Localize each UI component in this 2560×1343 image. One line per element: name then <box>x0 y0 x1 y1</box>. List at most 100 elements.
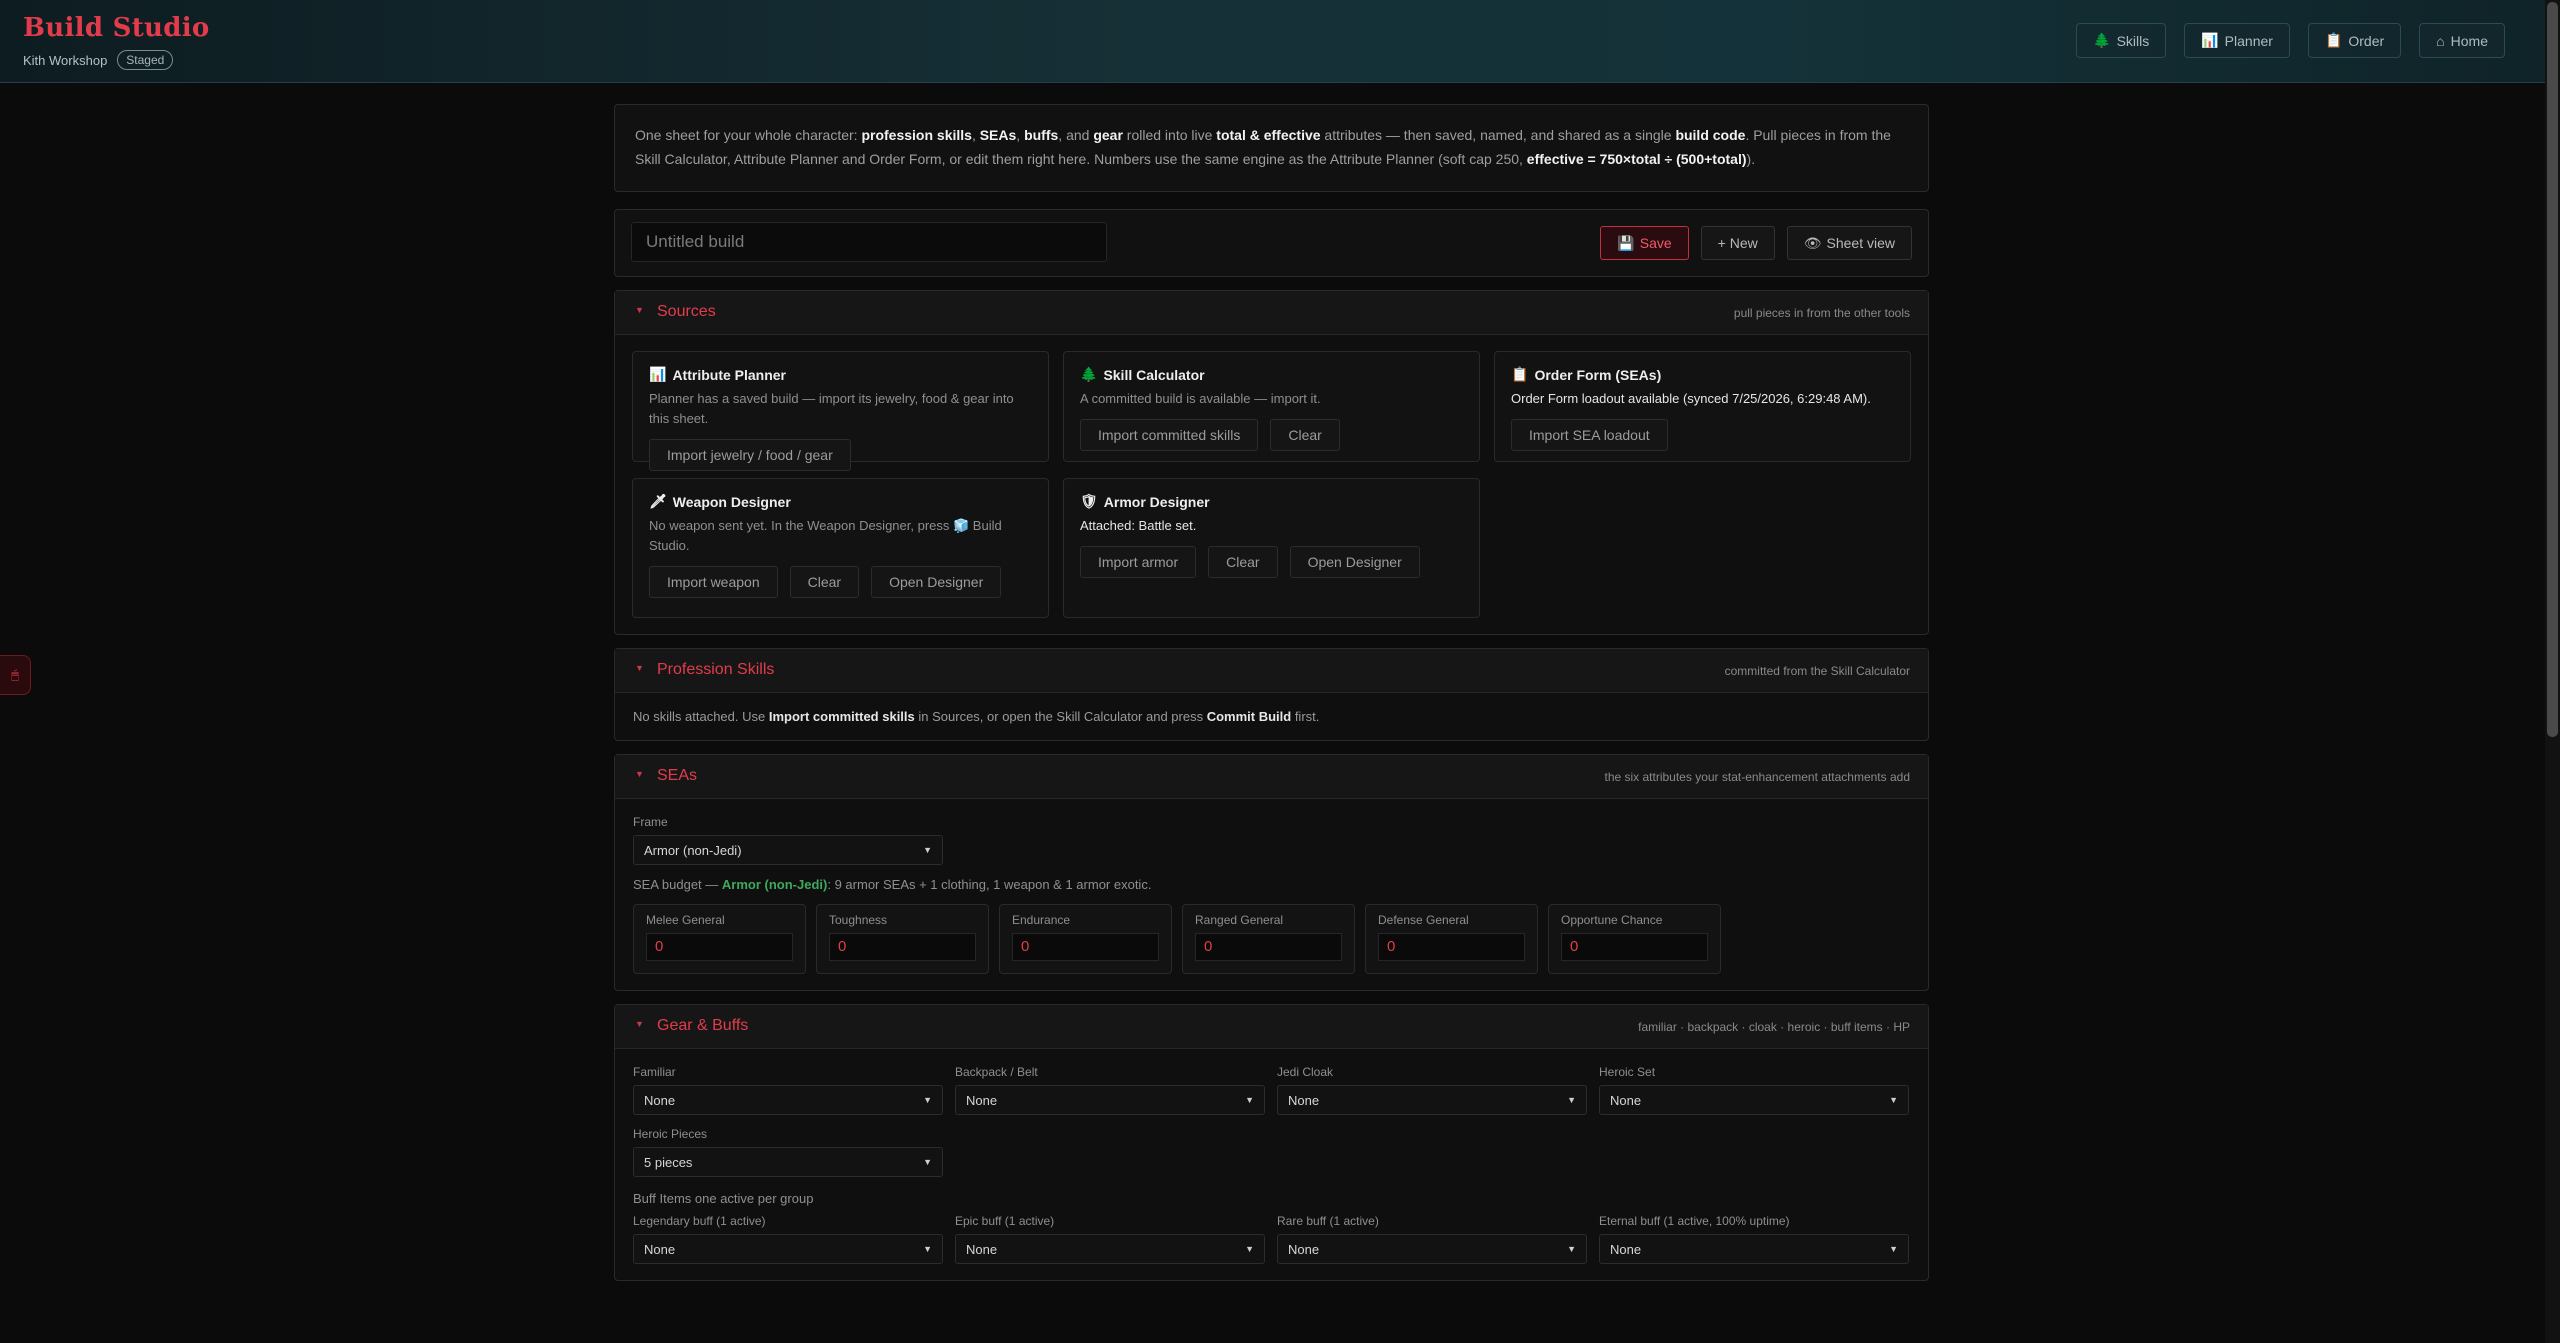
eye-icon: 👁 <box>1803 234 1822 251</box>
seas-header[interactable]: ▼ SEAs the six attributes your stat-enha… <box>615 755 1928 799</box>
attribute-planner-card: 📊 Attribute Planner Planner has a saved b… <box>632 351 1049 471</box>
attribute-input[interactable]: 0 <box>1561 933 1708 961</box>
clipboard-icon: 📋 <box>1511 366 1529 382</box>
import-weapon-button[interactable]: Import weapon <box>649 566 778 598</box>
sources-section: ▼ Sources pull pieces in from the other … <box>614 290 1929 635</box>
heroic-set-select[interactable]: None ▼ <box>1599 1085 1909 1115</box>
section-hint: pull pieces in from the other tools <box>1733 306 1910 320</box>
cube-icon: 🧊 <box>953 518 970 533</box>
nav-skills-button[interactable]: 🌲 Skills <box>2076 23 2167 58</box>
nav-label: Order <box>2348 32 2385 49</box>
legendary-buff-select[interactable]: None ▼ <box>633 1234 943 1264</box>
card-description: Planner has a saved build — import its j… <box>649 391 1014 426</box>
chevron-down-icon: ▼ <box>923 1244 932 1254</box>
rare-buff-field: Rare buff (1 active) None ▼ <box>1277 1214 1587 1264</box>
nav-label: Skills <box>2116 32 2150 49</box>
section-hint: familiar · backpack · cloak · heroic · b… <box>1638 1020 1910 1034</box>
section-title: SEAs <box>657 767 698 784</box>
seas-section: ▼ SEAs the six attributes your stat-enha… <box>614 754 1929 991</box>
tree-icon: 🌲 <box>2093 32 2111 48</box>
gear-fields: Familiar None ▼ Backpack / Belt None ▼ Jedi … <box>633 1065 1910 1115</box>
rare-buff-select[interactable]: None ▼ <box>1277 1234 1587 1264</box>
top-bar: Build Studio Kith Workshop Staged 🌲 Skill… <box>0 0 2545 83</box>
nav-home-button[interactable]: ⌂ Home <box>2419 23 2505 58</box>
card-title: Order Form (SEAs) <box>1534 366 1662 383</box>
clear-skills-button[interactable]: Clear <box>1270 419 1340 451</box>
sources-header[interactable]: ▼ Sources pull pieces in from the other … <box>615 291 1928 335</box>
frame-label: Frame <box>633 815 668 829</box>
clear-armor-button[interactable]: Clear <box>1208 546 1278 578</box>
buff-items-note: Buff Items one active per group <box>633 1191 814 1206</box>
familiar-select[interactable]: None ▼ <box>633 1085 943 1115</box>
import-jewelry-food-gear-button[interactable]: Import jewelry / food / gear <box>649 439 851 471</box>
attribute-melee-general: Melee General 0 <box>633 904 806 974</box>
attribute-input[interactable]: 0 <box>829 933 976 961</box>
chart-icon: 📊 <box>2201 32 2219 48</box>
skill-calculator-card: 🌲 Skill Calculator A committed build is a… <box>1063 351 1480 462</box>
backpack-field: Backpack / Belt None ▼ <box>955 1065 1265 1115</box>
profession-empty-message: No skills attached. Use Import committed… <box>633 709 1320 724</box>
nav-order-button[interactable]: 📋 Order <box>2307 23 2402 58</box>
attribute-endurance: Endurance 0 <box>999 904 1172 974</box>
side-tab-button[interactable]: 🖱 <box>0 655 31 695</box>
familiar-field: Familiar None ▼ <box>633 1065 943 1115</box>
open-armor-designer-button[interactable]: Open Designer <box>1289 546 1420 578</box>
scrollbar[interactable] <box>2545 0 2560 1343</box>
eternal-buff-select[interactable]: None ▼ <box>1599 1234 1909 1264</box>
profession-skills-section: ▼ Profession Skills committed from the S… <box>614 648 1929 741</box>
heroic-pieces-field: Heroic Pieces 5 pieces ▼ <box>633 1127 1910 1177</box>
weapon-designer-card: 🗡 Weapon Designer No weapon sent yet. In … <box>632 478 1049 618</box>
attribute-input[interactable]: 0 <box>1195 933 1342 961</box>
import-committed-skills-button[interactable]: Import committed skills <box>1080 419 1259 451</box>
jedi-cloak-select[interactable]: None ▼ <box>1277 1085 1587 1115</box>
attribute-toughness: Toughness 0 <box>816 904 989 974</box>
build-name-input[interactable]: Untitled build <box>631 222 1107 262</box>
top-nav: 🌲 Skills 📊 Planner 📋 Order ⌂ Home <box>2076 23 2505 58</box>
chevron-down-icon: ▼ <box>1245 1095 1254 1105</box>
heroic-pieces-select[interactable]: 5 pieces ▼ <box>633 1147 943 1177</box>
dagger-icon: 🗡 <box>649 493 667 509</box>
gear-buffs-header[interactable]: ▼ Gear & Buffs familiar · backpack · clo… <box>615 1005 1928 1049</box>
nav-label: Planner <box>2224 32 2273 49</box>
import-armor-button[interactable]: Import armor <box>1080 546 1197 578</box>
epic-buff-select[interactable]: None ▼ <box>955 1234 1265 1264</box>
status-badge: Staged <box>117 50 174 70</box>
legendary-buff-field: Legendary buff (1 active) None ▼ <box>633 1214 943 1264</box>
card-title: Attribute Planner <box>672 366 787 383</box>
chevron-down-icon: ▼ <box>1889 1244 1898 1254</box>
nav-planner-button[interactable]: 📊 Planner <box>2184 23 2290 58</box>
scrollbar-thumb[interactable] <box>2547 2 2558 737</box>
attribute-defense-general: Defense General 0 <box>1365 904 1538 974</box>
chevron-down-icon: ▼ <box>1889 1095 1898 1105</box>
attribute-input[interactable]: 0 <box>1378 933 1525 961</box>
card-description: No weapon sent yet. In the Weapon Design… <box>649 518 1002 553</box>
chevron-down-icon: ▼ <box>1567 1095 1576 1105</box>
frame-select[interactable]: Armor (non-Jedi) ▼ <box>633 835 943 865</box>
chevron-down-icon: ▼ <box>1567 1244 1576 1254</box>
app-title: Build Studio <box>23 13 210 43</box>
attribute-input[interactable]: 0 <box>646 933 793 961</box>
open-weapon-designer-button[interactable]: Open Designer <box>871 566 1002 598</box>
chevron-down-icon: ▼ <box>923 1095 932 1105</box>
caret-down-icon: ▼ <box>635 1019 644 1029</box>
save-button[interactable]: 💾 Save <box>1600 226 1689 260</box>
card-description: Attached: Battle set. <box>1080 518 1197 533</box>
backpack-select[interactable]: None ▼ <box>955 1085 1265 1115</box>
clear-weapon-button[interactable]: Clear <box>789 566 860 598</box>
card-title: Armor Designer <box>1103 493 1210 510</box>
section-title: Profession Skills <box>657 661 775 678</box>
import-sea-loadout-button[interactable]: Import SEA loadout <box>1511 419 1668 451</box>
build-name-bar: Untitled build 💾 Save + New 👁 Sheet view <box>614 209 1929 277</box>
chevron-down-icon: ▼ <box>1245 1244 1254 1254</box>
attribute-input[interactable]: 0 <box>1012 933 1159 961</box>
card-description: A committed build is available — import … <box>1080 391 1321 406</box>
sheet-view-button[interactable]: 👁 Sheet view <box>1786 226 1912 260</box>
section-hint: committed from the Skill Calculator <box>1724 664 1910 678</box>
profession-skills-header[interactable]: ▼ Profession Skills committed from the S… <box>615 649 1928 693</box>
new-button[interactable]: + New <box>1700 226 1775 260</box>
section-title: Gear & Buffs <box>657 1017 749 1034</box>
order-form-card: 📋 Order Form (SEAs) Order Form loadout av… <box>1494 351 1911 462</box>
sea-budget: SEA budget — Armor (non-Jedi): 9 armor S… <box>633 877 1152 892</box>
home-icon: ⌂ <box>2436 32 2445 49</box>
nav-label: Home <box>2450 32 2488 49</box>
